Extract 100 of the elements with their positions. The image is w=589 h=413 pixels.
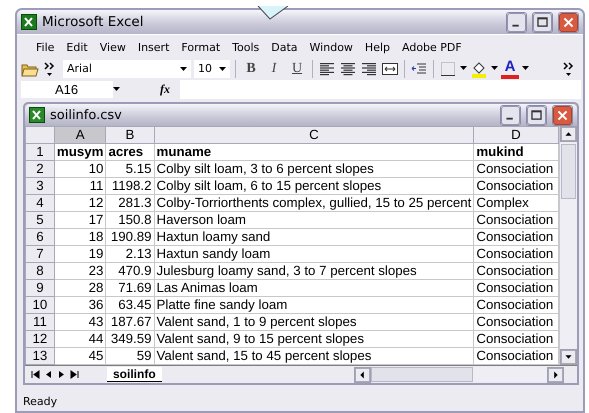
sheet-tab[interactable]: soilinfo bbox=[107, 367, 162, 382]
table-cell: musym bbox=[54, 144, 106, 161]
column-header[interactable]: B bbox=[106, 126, 154, 144]
table-cell: 71.69 bbox=[106, 280, 154, 297]
table-cell: Consociation bbox=[474, 262, 558, 280]
menu-item[interactable]: Data bbox=[268, 38, 303, 56]
underline-button[interactable]: U bbox=[287, 58, 307, 79]
table-cell: 10 bbox=[54, 160, 106, 178]
table-cell: Julesburg loamy sand, 3 to 7 percent slopes bbox=[154, 262, 474, 280]
table-cell: Colby-Torriorthents complex, gullied, 15 to 25 percent bbox=[154, 194, 474, 212]
function-label[interactable]: fx bbox=[160, 82, 170, 98]
row-header[interactable]: 12 bbox=[26, 330, 54, 348]
row-header[interactable]: 1 bbox=[26, 144, 54, 161]
spreadsheet-icon bbox=[29, 107, 45, 124]
table-cell: Colby silt loam, 3 to 6 percent slopes bbox=[154, 160, 474, 178]
menu-item[interactable]: Window bbox=[306, 38, 358, 56]
table-cell: Valent sand, 9 to 15 percent slopes bbox=[154, 330, 474, 348]
borders-icon[interactable] bbox=[439, 60, 457, 78]
first-sheet-button[interactable] bbox=[31, 370, 40, 380]
next-sheet-button[interactable] bbox=[57, 370, 66, 380]
column-header[interactable]: A bbox=[54, 126, 106, 144]
table-cell: 187.67 bbox=[106, 314, 154, 331]
row-header[interactable]: 4 bbox=[26, 194, 54, 212]
table-cell: Haxtun sandy loam bbox=[154, 246, 474, 263]
callout-tail bbox=[256, 6, 290, 20]
window-title: Microsoft Excel bbox=[42, 14, 144, 30]
table-cell: Consociation bbox=[474, 314, 558, 331]
close-button[interactable] bbox=[558, 12, 579, 33]
previous-sheet-button[interactable] bbox=[44, 370, 53, 380]
scroll-thumb[interactable] bbox=[560, 144, 576, 200]
table-cell: mukind bbox=[474, 144, 558, 161]
row-header[interactable]: 5 bbox=[26, 212, 54, 229]
table-cell: Consociation bbox=[474, 160, 558, 178]
table-cell: Consociation bbox=[474, 330, 558, 348]
menu-item[interactable]: File bbox=[33, 38, 60, 56]
scroll-down-button[interactable] bbox=[560, 349, 577, 366]
dropdown-arrow-icon[interactable] bbox=[522, 66, 529, 72]
table-cell: 1198.2 bbox=[106, 178, 154, 195]
row-header[interactable]: 10 bbox=[26, 296, 54, 314]
row-header[interactable]: 3 bbox=[26, 178, 54, 195]
table-cell: 349.59 bbox=[106, 330, 154, 348]
row-header[interactable]: 7 bbox=[26, 246, 54, 263]
font-size-dropdown[interactable]: 10 bbox=[194, 60, 230, 78]
maximize-button[interactable] bbox=[526, 104, 547, 126]
dropdown-arrow-icon[interactable] bbox=[460, 66, 467, 72]
row-header[interactable]: 11 bbox=[26, 314, 54, 331]
table-cell: 12 bbox=[54, 194, 106, 212]
close-button[interactable] bbox=[552, 104, 573, 126]
table-cell: Consociation bbox=[474, 246, 558, 263]
menu-item[interactable]: Tools bbox=[229, 38, 264, 56]
scroll-right-button[interactable] bbox=[546, 366, 564, 383]
window-title: soilinfo.csv bbox=[50, 108, 123, 123]
minimize-button[interactable] bbox=[506, 12, 527, 33]
table-cell: 19 bbox=[54, 246, 106, 263]
last-sheet-button[interactable] bbox=[70, 370, 79, 380]
bold-button[interactable]: B bbox=[241, 58, 261, 79]
horizontal-scrollbar[interactable] bbox=[354, 367, 564, 382]
minimize-button[interactable] bbox=[500, 104, 521, 126]
menu-item[interactable]: View bbox=[96, 38, 131, 56]
table-cell: acres bbox=[106, 144, 154, 161]
font-dropdown[interactable]: Arial bbox=[63, 60, 191, 78]
table-cell: 18 bbox=[54, 228, 106, 246]
table-cell: 23 bbox=[54, 262, 106, 280]
table-cell: 28 bbox=[54, 280, 106, 297]
scroll-left-button[interactable] bbox=[354, 366, 371, 383]
table-cell: Haxtun loamy sand bbox=[154, 228, 474, 246]
row-header[interactable]: 6 bbox=[26, 228, 54, 246]
scroll-thumb[interactable] bbox=[370, 367, 473, 382]
table-cell: 17 bbox=[54, 212, 106, 229]
column-header[interactable]: D bbox=[474, 126, 558, 144]
row-header[interactable]: 2 bbox=[26, 160, 54, 178]
formula-field[interactable] bbox=[180, 80, 581, 100]
table-cell: Valent sand, 1 to 9 percent slopes bbox=[154, 314, 474, 331]
table-cell: 470.9 bbox=[106, 262, 154, 280]
dropdown-arrow-icon[interactable] bbox=[113, 87, 120, 92]
name-box[interactable]: A16 bbox=[21, 81, 113, 98]
table-cell: 150.8 bbox=[106, 212, 154, 229]
column-header[interactable]: C bbox=[154, 126, 474, 144]
table-cell: 44 bbox=[54, 330, 106, 348]
menu-item[interactable]: Adobe PDF bbox=[399, 38, 467, 56]
dropdown-arrow-icon[interactable] bbox=[491, 66, 498, 72]
menu-item[interactable]: Help bbox=[362, 38, 395, 56]
dropdown-arrow-icon bbox=[180, 66, 187, 71]
fill-color-icon[interactable] bbox=[470, 60, 488, 78]
menu-item[interactable]: Insert bbox=[134, 38, 174, 56]
table-cell: 63.45 bbox=[106, 296, 154, 314]
vertical-scrollbar[interactable] bbox=[558, 126, 577, 366]
maximize-button[interactable] bbox=[532, 12, 553, 33]
row-header[interactable]: 9 bbox=[26, 280, 54, 297]
italic-button[interactable]: I bbox=[264, 58, 284, 79]
table-cell: Complex bbox=[474, 194, 558, 212]
row-header[interactable]: 8 bbox=[26, 262, 54, 280]
table-cell: 43 bbox=[54, 314, 106, 331]
scroll-up-button[interactable] bbox=[560, 126, 577, 142]
table-cell: 5.15 bbox=[106, 160, 154, 178]
table-cell: Colby silt loam, 6 to 15 percent slopes bbox=[154, 178, 474, 195]
table-cell: Las Animas loam bbox=[154, 280, 474, 297]
row-header[interactable]: 13 bbox=[26, 348, 54, 365]
menu-item[interactable]: Format bbox=[178, 38, 226, 56]
menu-item[interactable]: Edit bbox=[63, 38, 93, 56]
